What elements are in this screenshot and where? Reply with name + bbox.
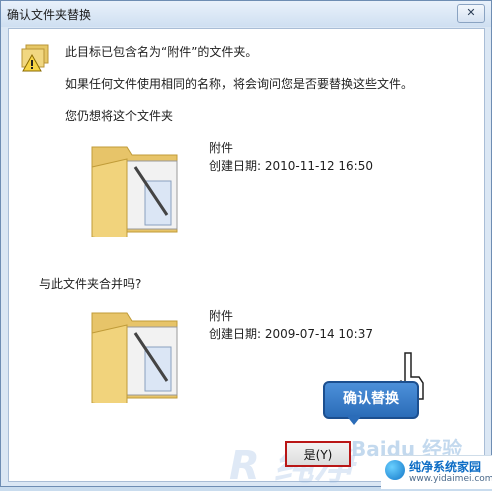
close-button[interactable]: ✕ — [457, 4, 485, 23]
folder-top-date: 创建日期: 2010-11-12 16:50 — [209, 159, 373, 173]
prompt-keep-text: 您仍想将这个文件夹 — [65, 109, 174, 123]
brand-logo-icon — [385, 460, 405, 480]
confirm-folder-replace-dialog: 确认文件夹替换 ✕ 此目标已包含名为“附件”的文件夹。 如果任何文件使用相同的名… — [0, 0, 492, 489]
window-title: 确认文件夹替换 — [7, 8, 92, 22]
callout-tail — [346, 415, 362, 425]
brand-name: 纯净系统家园 — [409, 460, 482, 474]
folder-bottom-date: 创建日期: 2009-07-14 10:37 — [209, 327, 373, 341]
folder-bottom-icon — [91, 312, 178, 403]
message-line-1: 此目标已包含名为“附件”的文件夹。 — [65, 45, 258, 59]
title-bar: 确认文件夹替换 ✕ — [1, 1, 491, 27]
replace-callout: 确认替换 — [323, 381, 419, 419]
folder-top-icon — [91, 146, 178, 237]
message-line-2: 如果任何文件使用相同的名称，将会询问您是否要替换这些文件。 — [65, 77, 414, 91]
prompt-merge-text: 与此文件夹合并吗? — [39, 277, 142, 291]
yes-button[interactable]: 是(Y) — [285, 441, 351, 467]
warning-folder-icon — [21, 44, 49, 72]
folder-top-name: 附件 — [209, 141, 234, 155]
brand-url: www.yidaimei.com — [409, 474, 492, 484]
brand-watermark: 纯净系统家园 www.yidaimei.com — [381, 455, 492, 489]
folder-bottom-name: 附件 — [209, 309, 234, 323]
